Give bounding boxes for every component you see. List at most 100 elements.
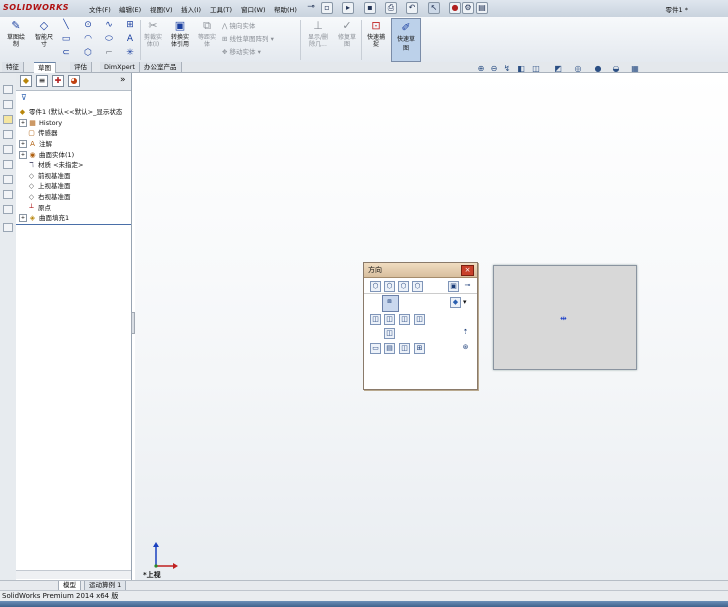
save-icon[interactable]: ▪ [364, 2, 376, 14]
rapid-sketch-button[interactable]: ✐ 快速草 图 [391, 18, 421, 62]
repair-sketch-button[interactable]: ✓ 修复草 图 [334, 19, 360, 48]
view-cube-icon[interactable]: ◆ [450, 297, 461, 308]
displaymanager-tab-icon[interactable]: ◕ [68, 75, 80, 87]
linear-pattern-button[interactable]: ⊞ 线性草图阵列 ▾ [222, 33, 274, 46]
tab-evaluate[interactable]: 评估 [70, 62, 92, 72]
view-palette-icon[interactable] [3, 145, 13, 154]
link-views-icon[interactable]: ⊛ [460, 343, 471, 354]
left-view-icon[interactable]: ◫ [399, 314, 410, 325]
menu-view[interactable]: 视图(V) [150, 4, 173, 14]
normal-to-view-icon[interactable]: ⧈ [384, 297, 395, 308]
fillet-tool-icon[interactable]: ⌐ [103, 47, 115, 59]
isometric-view-icon[interactable]: ◫ [384, 328, 395, 339]
feature-manager-scrollbar[interactable] [16, 570, 131, 579]
update-standard-views-icon[interactable]: ⬡ [398, 281, 409, 292]
featuremanager-tab-icon[interactable]: ◆ [20, 75, 32, 87]
file-explorer-icon[interactable] [3, 115, 13, 124]
reset-standard-views-icon[interactable]: ⬡ [412, 281, 423, 292]
convert-entities-button[interactable]: ▣ 转换实 体引用 [167, 19, 193, 48]
expand-toggle-icon[interactable]: + [19, 140, 27, 148]
search-results-icon[interactable] [3, 130, 13, 139]
close-icon[interactable]: × [461, 265, 474, 276]
new-view-icon[interactable]: ⬡ [384, 281, 395, 292]
tree-item-top-plane[interactable]: ◇ 上视基准面 [27, 181, 71, 191]
point-tool-icon[interactable]: ✳ [124, 47, 136, 59]
hide-show-items-icon[interactable]: ◎ [573, 64, 583, 74]
display-delete-relations-button[interactable]: ⊥ 显示/删 除几... [303, 19, 333, 48]
configurationmanager-tab-icon[interactable]: ✚ [52, 75, 64, 87]
display-style-icon[interactable]: ◩ [553, 64, 563, 74]
sketch-button[interactable]: ✎ 草图绘 制 [3, 19, 29, 48]
menu-window[interactable]: 窗口(W) [241, 4, 266, 14]
options-gear-icon[interactable]: ⚙ [462, 2, 474, 14]
four-view-icon[interactable]: ⊞ [414, 343, 425, 354]
trim-entities-button[interactable]: ✂ 剪裁实 体(I) [140, 19, 166, 48]
pin-icon[interactable]: ⊸ [305, 2, 317, 14]
move-entities-button[interactable]: ✥ 移动实体 ▾ [222, 46, 274, 59]
tab-features[interactable]: 特征 [2, 62, 24, 72]
tree-item-annotations[interactable]: + A 注解 [19, 139, 52, 149]
edit-appearance-icon[interactable]: ● [593, 64, 603, 74]
expand-toggle-icon[interactable]: + [19, 151, 27, 159]
traffic-light-icon[interactable]: ● [449, 2, 461, 14]
menu-tools[interactable]: 工具(T) [210, 4, 232, 14]
design-library-icon[interactable] [3, 100, 13, 109]
ellipse-tool-icon[interactable]: ⬭ [103, 33, 115, 45]
spline-tool-icon[interactable]: ∿ [103, 19, 115, 31]
quick-snaps-button[interactable]: ⊡ 快速捕 捉 [363, 19, 389, 48]
forum-icon[interactable] [3, 190, 13, 199]
render-icon[interactable] [3, 205, 13, 214]
offset-entities-button[interactable]: ⧉ 等距实 体 [194, 19, 220, 48]
expand-toggle-icon[interactable]: + [19, 119, 27, 127]
select-arrow-icon[interactable]: ↖ [428, 2, 440, 14]
right-view-icon[interactable]: ◫ [414, 314, 425, 325]
menu-edit[interactable]: 编辑(E) [119, 4, 141, 14]
tree-item-fill-surface[interactable]: + ◈ 曲面填充1 [19, 213, 69, 223]
tree-item-right-plane[interactable]: ◇ 右视基准面 [27, 192, 71, 202]
tree-item-front-plane[interactable]: ◇ 前视基准面 [27, 171, 71, 181]
rollback-bar[interactable] [16, 224, 131, 225]
up-axis-icon[interactable]: ⇡ [460, 328, 471, 339]
tab-dimxpert[interactable]: DimXpert [100, 62, 140, 72]
print-icon[interactable]: ⎙ [385, 2, 397, 14]
line-tool-icon[interactable]: ╲ [60, 19, 72, 31]
propertymanager-tab-icon[interactable]: ≡ [36, 75, 48, 87]
dropdown-arrow-icon[interactable]: ▾ [463, 298, 467, 306]
resources-icon[interactable] [3, 85, 13, 94]
new-file-icon[interactable]: ▫ [321, 2, 333, 14]
two-view-vertical-icon[interactable]: ◫ [399, 343, 410, 354]
single-view-icon[interactable]: ▭ [370, 343, 381, 354]
smart-dimension-button[interactable]: ◇ 智能尺 寸 [31, 19, 57, 48]
expand-toggle-icon[interactable]: + [19, 214, 27, 222]
view-orientation-icon[interactable]: ◫ [531, 64, 541, 74]
smart-text-icon[interactable]: ⊞ [124, 19, 136, 31]
tree-item-origin[interactable]: ┴ 原点 [27, 203, 51, 213]
expand-panel-icon[interactable]: » [120, 75, 126, 85]
front-view-icon[interactable]: ◫ [370, 314, 381, 325]
view-settings-icon[interactable]: ▦ [630, 64, 640, 74]
section-view-icon[interactable]: ◧ [516, 64, 526, 74]
open-file-icon[interactable]: ▸ [342, 2, 354, 14]
tree-item-history[interactable]: + ▦ History [19, 118, 62, 128]
two-view-horizontal-icon[interactable]: ▤ [384, 343, 395, 354]
tab-sketch[interactable]: 草图 [34, 62, 56, 73]
tree-item-surface-bodies[interactable]: + ◉ 曲面实体(1) [19, 150, 74, 160]
previous-view-icon[interactable]: ↯ [502, 64, 512, 74]
pin-dialog-icon[interactable]: ⊸ [462, 281, 473, 292]
rectangle-tool-icon[interactable]: ▭ [60, 33, 72, 45]
mirror-entities-button[interactable]: ⋀ 镜向实体 [222, 20, 274, 33]
toolbox-icon[interactable] [3, 223, 13, 232]
custom-properties-icon[interactable] [3, 175, 13, 184]
menu-help[interactable]: 帮助(H) [274, 4, 297, 14]
zoom-to-area-icon[interactable]: ⊖ [489, 64, 499, 74]
appearances-icon[interactable] [3, 160, 13, 169]
slot-tool-icon[interactable]: ⊂ [60, 47, 72, 59]
menu-insert[interactable]: 插入(I) [181, 4, 201, 14]
text-tool-icon[interactable]: A [124, 33, 136, 45]
file-properties-icon[interactable]: ▤ [476, 2, 488, 14]
menu-file[interactable]: 文件(F) [89, 4, 111, 14]
zoom-to-fit-icon[interactable]: ⊕ [476, 64, 486, 74]
tab-office-products[interactable]: 办公室产品 [140, 62, 182, 72]
filter-icon[interactable]: ⊽ [21, 93, 27, 102]
view-selector-icon[interactable]: ⬡ [370, 281, 381, 292]
